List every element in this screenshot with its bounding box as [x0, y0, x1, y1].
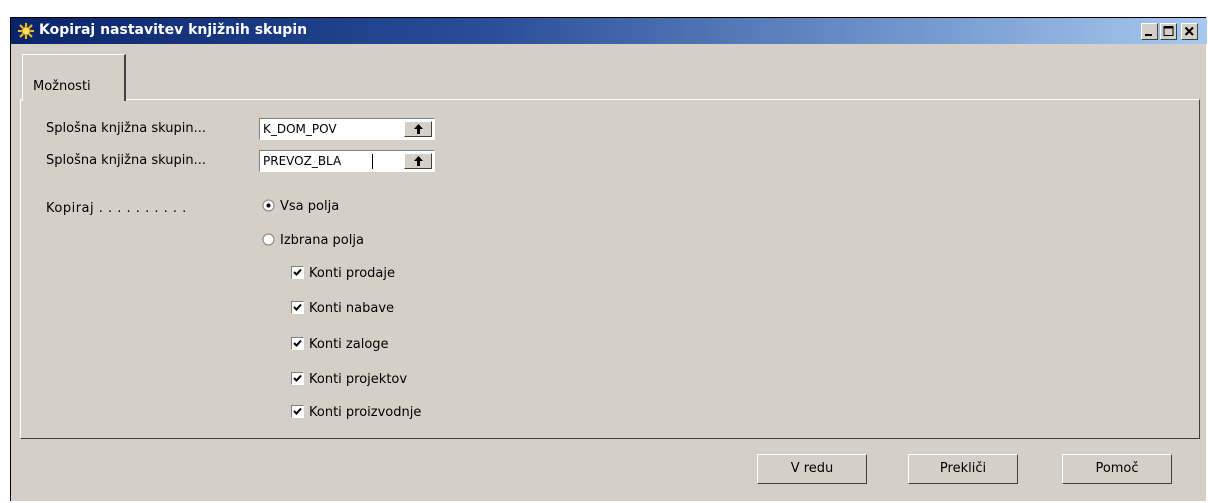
- ok-button[interactable]: V redu: [757, 454, 867, 484]
- radio-label: Vsa polja: [280, 199, 340, 214]
- checkbox-label: Konti proizvodnje: [309, 405, 422, 420]
- radio-label: Izbrana polja: [280, 233, 364, 248]
- text-cursor: [372, 154, 373, 169]
- title-bar[interactable]: Kopiraj nastavitev knjižnih skupin: [11, 18, 1207, 44]
- checkmark-icon: [293, 303, 302, 311]
- radio-selected-icon: [262, 199, 275, 212]
- checkmark-icon: [293, 339, 302, 347]
- field-value: K_DOM_POV: [263, 122, 337, 136]
- checkbox-box[interactable]: [291, 337, 304, 350]
- maximize-button[interactable]: [1160, 23, 1177, 40]
- window-title: Kopiraj nastavitev knjižnih skupin: [39, 22, 308, 38]
- checkbox-box[interactable]: [291, 301, 304, 314]
- cancel-button[interactable]: Prekliči: [908, 454, 1018, 484]
- close-button[interactable]: [1181, 23, 1198, 40]
- arrow-up-icon: [414, 156, 423, 166]
- field-label-general-bus-posting-group-from: Splošna knjižna skupin...: [46, 121, 206, 136]
- lookup-button[interactable]: [404, 121, 432, 137]
- app-sun-icon: [18, 23, 34, 39]
- checkbox-box[interactable]: [291, 405, 304, 418]
- minimize-button[interactable]: [1141, 23, 1158, 40]
- checkbox-label: Konti projektov: [309, 372, 408, 387]
- tab-moznosti[interactable]: Možnosti: [22, 54, 126, 101]
- checkmark-icon: [293, 268, 302, 276]
- maximize-icon: [1163, 26, 1174, 36]
- options-panel: [20, 99, 1200, 439]
- checkbox-box[interactable]: [291, 266, 304, 279]
- copy-label: Kopiraj . . . . . . . . . .: [46, 201, 187, 216]
- arrow-up-icon: [414, 124, 423, 134]
- checkbox-label: Konti prodaje: [309, 266, 396, 281]
- lookup-button[interactable]: [404, 153, 432, 169]
- field-input-from[interactable]: K_DOM_POV: [259, 118, 435, 140]
- field-label-general-bus-posting-group-to: Splošna knjižna skupin...: [46, 153, 206, 168]
- checkmark-icon: [293, 374, 302, 382]
- field-value: PREVOZ_BLA: [263, 154, 342, 168]
- tab-label: Možnosti: [33, 79, 91, 94]
- checkmark-icon: [293, 407, 302, 415]
- field-input-to[interactable]: PREVOZ_BLA: [259, 150, 435, 172]
- close-icon: [1184, 26, 1194, 36]
- checkbox-box[interactable]: [291, 372, 304, 385]
- help-button[interactable]: Pomoč: [1062, 454, 1172, 484]
- checkbox-label: Konti zaloge: [309, 337, 389, 352]
- minimize-icon: [1145, 34, 1152, 36]
- radio-unselected-icon: [262, 233, 275, 246]
- checkbox-label: Konti nabave: [309, 301, 395, 316]
